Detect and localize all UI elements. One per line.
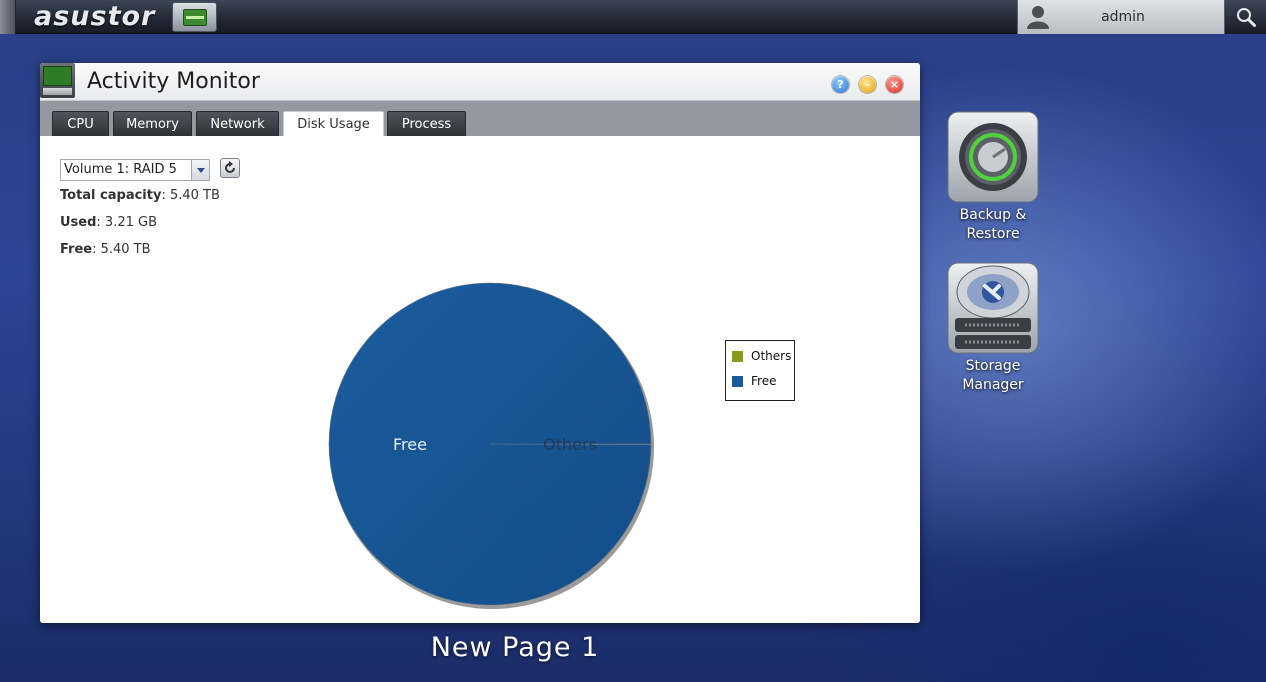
tab-bar: CPU Memory Network Disk Usage Process — [40, 101, 920, 136]
refresh-button[interactable] — [220, 158, 240, 178]
legend-swatch-free — [732, 376, 743, 387]
disk-usage-panel: Volume 1: RAID 5 Total capacity: 5.40 TB… — [40, 136, 920, 623]
pie-label-free: Free — [393, 435, 427, 454]
pie-slice-free — [328, 282, 652, 606]
used-line: Used: 3.21 GB — [60, 215, 157, 230]
chevron-down-icon[interactable] — [191, 160, 209, 180]
activity-monitor-mini-icon — [183, 9, 207, 26]
legend-label-others: Others — [751, 349, 792, 363]
free-line: Free: 5.40 TB — [60, 242, 151, 257]
tab-network[interactable]: Network — [196, 111, 279, 136]
activity-monitor-window: Activity Monitor ? – × CPU Memory Networ… — [40, 63, 920, 623]
sidebar-toggle-handle[interactable] — [0, 0, 16, 34]
chart-legend: Others Free — [725, 340, 795, 401]
storage-manager-label[interactable]: Storage Manager — [938, 357, 1048, 395]
storage-manager-icon[interactable] — [947, 262, 1039, 354]
close-button[interactable]: × — [886, 76, 903, 93]
window-title-bar[interactable]: Activity Monitor ? – × — [40, 63, 920, 101]
backup-restore-label[interactable]: Backup & Restore — [938, 206, 1048, 244]
page-label: New Page 1 — [430, 632, 600, 663]
taskbar-activity-monitor-button[interactable] — [172, 2, 217, 32]
refresh-icon — [225, 161, 235, 173]
free-label: Free — [60, 242, 93, 257]
search-button[interactable] — [1226, 0, 1266, 34]
help-button[interactable]: ? — [832, 76, 849, 93]
total-capacity-value: : 5.40 TB — [161, 188, 220, 203]
user-menu[interactable]: admin — [1017, 0, 1225, 34]
backup-restore-icon[interactable] — [947, 111, 1039, 203]
legend-label-free: Free — [751, 374, 777, 388]
username-label: admin — [1101, 9, 1145, 25]
tab-disk-usage[interactable]: Disk Usage — [283, 111, 384, 136]
total-capacity-label: Total capacity — [60, 188, 162, 203]
user-icon — [1027, 6, 1049, 29]
minimize-button[interactable]: – — [859, 76, 876, 93]
search-icon — [1237, 8, 1256, 27]
asustor-logo: asustor — [34, 1, 156, 32]
tab-process[interactable]: Process — [387, 111, 466, 136]
legend-swatch-others — [732, 351, 743, 362]
pie-label-others: Others — [543, 435, 597, 454]
tab-cpu[interactable]: CPU — [52, 111, 109, 136]
window-title: Activity Monitor — [87, 69, 260, 94]
used-value: : 3.21 GB — [96, 215, 158, 230]
volume-select-value: Volume 1: RAID 5 — [64, 162, 177, 177]
free-value: : 5.40 TB — [92, 242, 151, 257]
tab-memory[interactable]: Memory — [113, 111, 192, 136]
total-capacity-line: Total capacity: 5.40 TB — [60, 188, 220, 203]
top-bar: asustor admin — [0, 0, 1266, 34]
disk-usage-pie-chart: Others Free — [328, 282, 654, 609]
activity-monitor-app-icon — [40, 63, 75, 98]
volume-select[interactable]: Volume 1: RAID 5 — [60, 159, 210, 181]
used-label: Used — [60, 215, 97, 230]
